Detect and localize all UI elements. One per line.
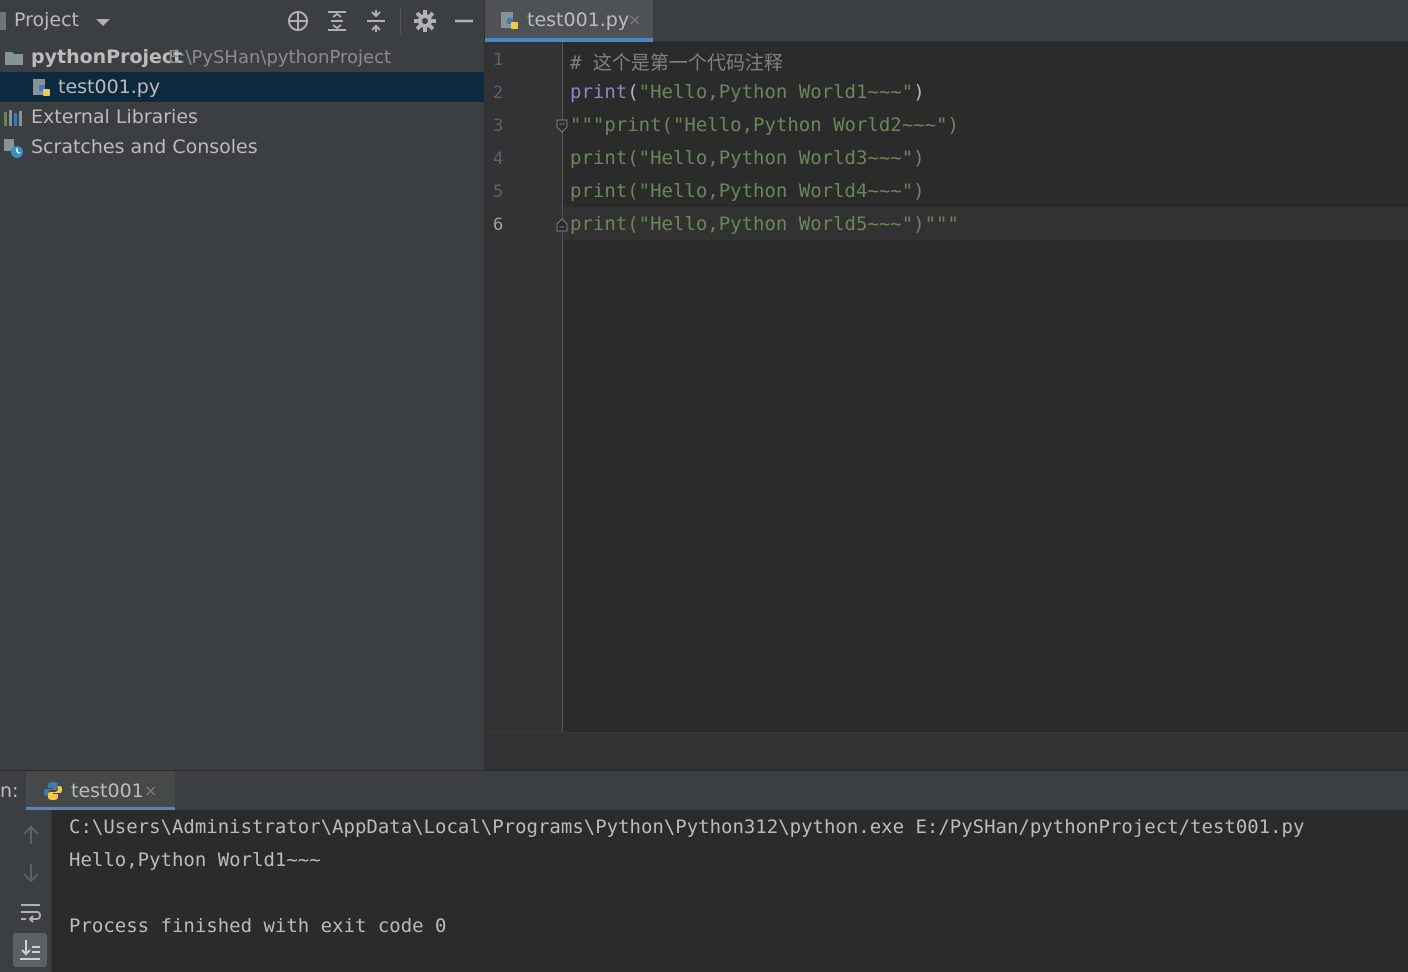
code-line-2: print("Hello,Python World1~~~") bbox=[570, 81, 925, 103]
editor-tab-test001[interactable]: test001.py × bbox=[485, 0, 653, 42]
code-line-5: print("Hello,Python World4~~~") bbox=[570, 180, 925, 202]
console-output-line: Hello,Python World1~~~ bbox=[69, 849, 321, 871]
folder-icon bbox=[5, 52, 23, 65]
line-number: 2 bbox=[493, 83, 504, 103]
paren-token: ) bbox=[913, 81, 925, 103]
console-command-line: C:\Users\Administrator\AppData\Local\Pro… bbox=[69, 816, 1305, 838]
paren-token: ( bbox=[627, 81, 639, 103]
tree-item-file[interactable]: test001.py bbox=[0, 72, 484, 102]
docstring-token: print("Hello,Python World3~~~") bbox=[570, 147, 925, 169]
project-root-name: pythonProject bbox=[31, 46, 183, 68]
editor-breadcrumb-bar bbox=[485, 732, 1408, 770]
scroll-to-end-toggle[interactable] bbox=[13, 933, 47, 967]
project-view-selector[interactable]: Project bbox=[14, 9, 79, 31]
expand-all-icon[interactable] bbox=[325, 9, 349, 33]
gear-icon[interactable] bbox=[413, 9, 437, 33]
run-label: n: bbox=[0, 780, 19, 802]
close-icon[interactable]: × bbox=[628, 10, 641, 29]
comment-token: # 这个是第一个代码注释 bbox=[570, 52, 783, 74]
code-line-1: # 这个是第一个代码注释 bbox=[570, 48, 783, 75]
docstring-token: print("Hello,Python World5~~~")""" bbox=[570, 213, 959, 235]
line-number-gutter bbox=[485, 42, 563, 732]
run-tab-test001[interactable]: test001 × bbox=[26, 771, 175, 811]
project-root-path: E:\PySHan\pythonProject bbox=[168, 47, 392, 68]
scroll-to-end-icon bbox=[20, 940, 40, 960]
line-number: 4 bbox=[493, 149, 504, 169]
scratches-label: Scratches and Consoles bbox=[31, 136, 258, 158]
arrow-up-icon[interactable] bbox=[18, 822, 44, 848]
project-view-icon bbox=[0, 12, 6, 30]
tree-item-external-libraries[interactable]: External Libraries bbox=[0, 102, 484, 132]
chevron-down-icon[interactable] bbox=[96, 19, 110, 26]
editor-tab-bar: test001.py × bbox=[485, 0, 1408, 42]
console-exit-line: Process finished with exit code 0 bbox=[69, 915, 447, 937]
run-toolbar bbox=[0, 810, 52, 972]
line-number: 5 bbox=[493, 182, 504, 202]
file-name-label: test001.py bbox=[58, 76, 161, 98]
crosshair-icon[interactable] bbox=[286, 9, 310, 33]
code-line-4: print("Hello,Python World3~~~") bbox=[570, 147, 925, 169]
library-icon bbox=[4, 110, 22, 126]
scratches-icon bbox=[4, 139, 23, 158]
editor-tab-label: test001.py bbox=[527, 9, 630, 31]
code-line-6: print("Hello,Python World5~~~")""" bbox=[570, 213, 959, 235]
project-header: Project bbox=[0, 0, 484, 42]
line-number: 6 bbox=[493, 215, 504, 235]
arrow-down-icon[interactable] bbox=[18, 860, 44, 886]
fold-end-icon[interactable] bbox=[556, 218, 568, 232]
line-number: 1 bbox=[493, 50, 504, 70]
code-editor[interactable] bbox=[563, 42, 1408, 732]
keyword-token: print bbox=[570, 81, 628, 103]
close-icon[interactable]: × bbox=[144, 781, 157, 800]
external-libraries-label: External Libraries bbox=[31, 106, 198, 128]
code-line-3: """print("Hello,Python World2~~~") bbox=[570, 114, 959, 136]
docstring-token: """print("Hello,Python World2~~~") bbox=[570, 114, 959, 136]
docstring-token: print("Hello,Python World4~~~") bbox=[570, 180, 925, 202]
fold-start-icon[interactable] bbox=[556, 119, 568, 133]
python-file-icon bbox=[501, 12, 518, 29]
python-icon bbox=[44, 782, 62, 800]
soft-wrap-icon[interactable] bbox=[18, 899, 44, 925]
run-tool-window-header: n: test001 × bbox=[0, 770, 1408, 811]
toolbar-divider bbox=[400, 8, 401, 34]
minimize-icon[interactable] bbox=[452, 9, 476, 33]
string-token: "Hello,Python World1~~~" bbox=[638, 81, 914, 103]
collapse-all-icon[interactable] bbox=[364, 9, 388, 33]
python-file-icon bbox=[33, 79, 50, 96]
run-tab-label: test001 bbox=[71, 780, 144, 802]
line-number: 3 bbox=[493, 116, 504, 136]
gutter-separator bbox=[562, 42, 563, 732]
project-tool-window: Project pythonProject E:\PySHan\pythonPr… bbox=[0, 0, 484, 770]
tree-item-project-root[interactable]: pythonProject E:\PySHan\pythonProject bbox=[0, 42, 484, 72]
tree-item-scratches[interactable]: Scratches and Consoles bbox=[0, 132, 484, 162]
